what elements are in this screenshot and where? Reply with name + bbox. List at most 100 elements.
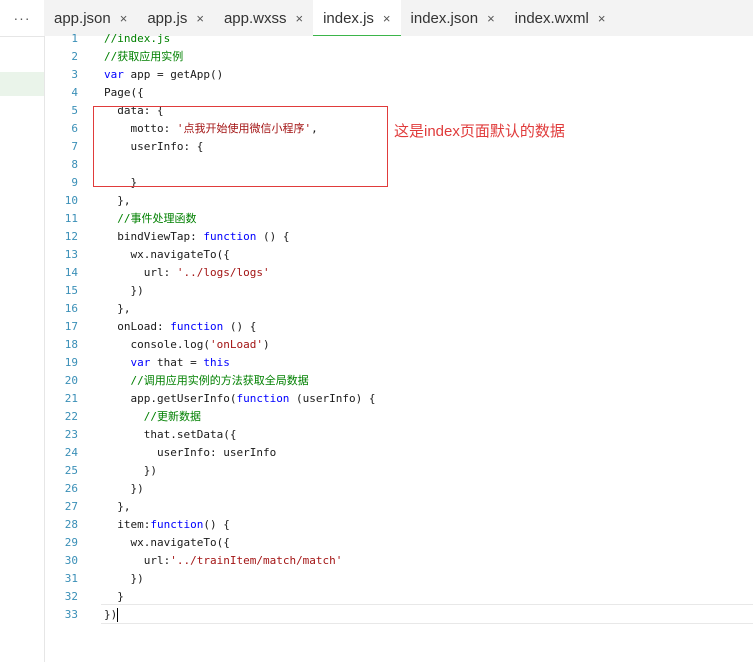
- code-text: },: [104, 302, 131, 315]
- code-text: }: [104, 590, 124, 603]
- code-text: //index.js: [104, 32, 171, 45]
- annotation-box: [93, 106, 388, 187]
- code-line: 29 wx.navigateTo({: [45, 534, 753, 552]
- code-text: url: '../logs/logs': [104, 266, 270, 279]
- code-line: 28 item:function() {: [45, 516, 753, 534]
- code-line: 25 }): [45, 462, 753, 480]
- code-line: 4 Page({: [45, 84, 753, 102]
- code-text: wx.navigateTo({: [104, 248, 230, 261]
- code-text: }): [104, 572, 144, 585]
- line-number: 26: [64, 482, 78, 495]
- line-number: 12: [64, 230, 78, 243]
- line-number: 4: [71, 86, 78, 99]
- code-text: item:function() {: [104, 518, 230, 531]
- line-number: 32: [64, 590, 78, 603]
- text-cursor: [117, 608, 119, 622]
- code-text: }): [104, 284, 144, 297]
- line-number: 17: [64, 320, 78, 333]
- annotation-text: 这是index页面默认的数据: [394, 123, 565, 140]
- line-number: 11: [64, 212, 78, 225]
- line-number: 25: [64, 464, 78, 477]
- code-text: var that = this: [130, 356, 230, 369]
- code-text: }): [104, 608, 119, 622]
- code-line: 10 },: [45, 192, 753, 210]
- tab-label: app.wxss: [223, 9, 287, 27]
- selected-file-row[interactable]: [0, 72, 44, 96]
- left-gutter: ···: [0, 0, 45, 662]
- line-number: 23: [64, 428, 78, 441]
- line-number: 2: [71, 50, 78, 63]
- code-line: 19 var that = this: [45, 354, 753, 372]
- code-line: 21 app.getUserInfo(function (userInfo) {: [45, 390, 753, 408]
- line-number: 3: [71, 68, 78, 81]
- close-icon[interactable]: ×: [598, 11, 606, 26]
- code-line: 31 }): [45, 570, 753, 588]
- line-number: 15: [64, 284, 78, 297]
- code-text: },: [104, 194, 131, 207]
- code-line: 12 bindViewTap: function () {: [45, 228, 753, 246]
- line-number: 30: [64, 554, 78, 567]
- line-number: 22: [64, 410, 78, 423]
- code-line: 18 console.log('onLoad'): [45, 336, 753, 354]
- line-number: 1: [71, 32, 78, 45]
- code-line: 33}): [45, 606, 753, 624]
- close-icon[interactable]: ×: [295, 11, 303, 26]
- code-text: }): [104, 464, 157, 477]
- code-text: },: [104, 500, 131, 513]
- code-line: 1 //index.js: [45, 30, 753, 48]
- code-line: 17 onLoad: function () {: [45, 318, 753, 336]
- code-text: that.setData({: [104, 428, 237, 441]
- tab-label: app.js: [147, 9, 188, 27]
- code-line: 3 var app = getApp(): [45, 66, 753, 84]
- line-number: 10: [64, 194, 78, 207]
- line-number: 18: [64, 338, 78, 351]
- more-icon[interactable]: ···: [0, 0, 44, 36]
- tab-label: index.wxml: [514, 9, 589, 27]
- code-line: 23 that.setData({: [45, 426, 753, 444]
- code-line: 2 //获取应用实例: [45, 48, 753, 66]
- code-line: 24 userInfo: userInfo: [45, 444, 753, 462]
- close-icon[interactable]: ×: [196, 11, 204, 26]
- line-number: 28: [64, 518, 78, 531]
- code-text: //调用应用实例的方法获取全局数据: [130, 374, 309, 387]
- code-text: Page({: [104, 86, 144, 99]
- divider: [0, 36, 44, 37]
- code-text: //更新数据: [143, 410, 201, 423]
- tab-label: app.json: [54, 9, 111, 27]
- line-number: 31: [64, 572, 78, 585]
- line-number: 16: [64, 302, 78, 315]
- line-number: 27: [64, 500, 78, 513]
- line-number: 29: [64, 536, 78, 549]
- code-text: onLoad: function () {: [104, 320, 257, 333]
- code-text: app.getUserInfo(function (userInfo) {: [104, 392, 376, 405]
- close-icon[interactable]: ×: [120, 11, 128, 26]
- code-text: //事件处理函数: [117, 212, 197, 225]
- code-text: url:'../trainItem/match/match': [104, 554, 343, 567]
- code-text: }): [104, 482, 144, 495]
- close-icon[interactable]: ×: [487, 11, 495, 26]
- code-line: 15 }): [45, 282, 753, 300]
- line-number: 33: [64, 608, 78, 621]
- line-number: 5: [71, 104, 78, 117]
- code-line: 26 }): [45, 480, 753, 498]
- code-text: bindViewTap: function () {: [104, 230, 290, 243]
- tab-label: index.js: [323, 9, 374, 27]
- line-number: 13: [64, 248, 78, 261]
- code-text: userInfo: userInfo: [104, 446, 277, 459]
- line-number: 24: [64, 446, 78, 459]
- line-number: 8: [71, 158, 78, 171]
- code-text: console.log('onLoad'): [104, 338, 270, 351]
- code-text: var app = getApp(): [104, 68, 224, 81]
- code-line: 11 //事件处理函数: [45, 210, 753, 228]
- line-number: 14: [64, 266, 78, 279]
- close-icon[interactable]: ×: [383, 11, 391, 26]
- code-line: 13 wx.navigateTo({: [45, 246, 753, 264]
- code-line: 30 url:'../trainItem/match/match': [45, 552, 753, 570]
- tab-label: index.json: [410, 9, 479, 27]
- line-number: 21: [64, 392, 78, 405]
- code-line: 22 //更新数据: [45, 408, 753, 426]
- code-text: wx.navigateTo({: [104, 536, 230, 549]
- code-line: 27 },: [45, 498, 753, 516]
- code-line: 32 }: [45, 588, 753, 606]
- line-number: 7: [71, 140, 78, 153]
